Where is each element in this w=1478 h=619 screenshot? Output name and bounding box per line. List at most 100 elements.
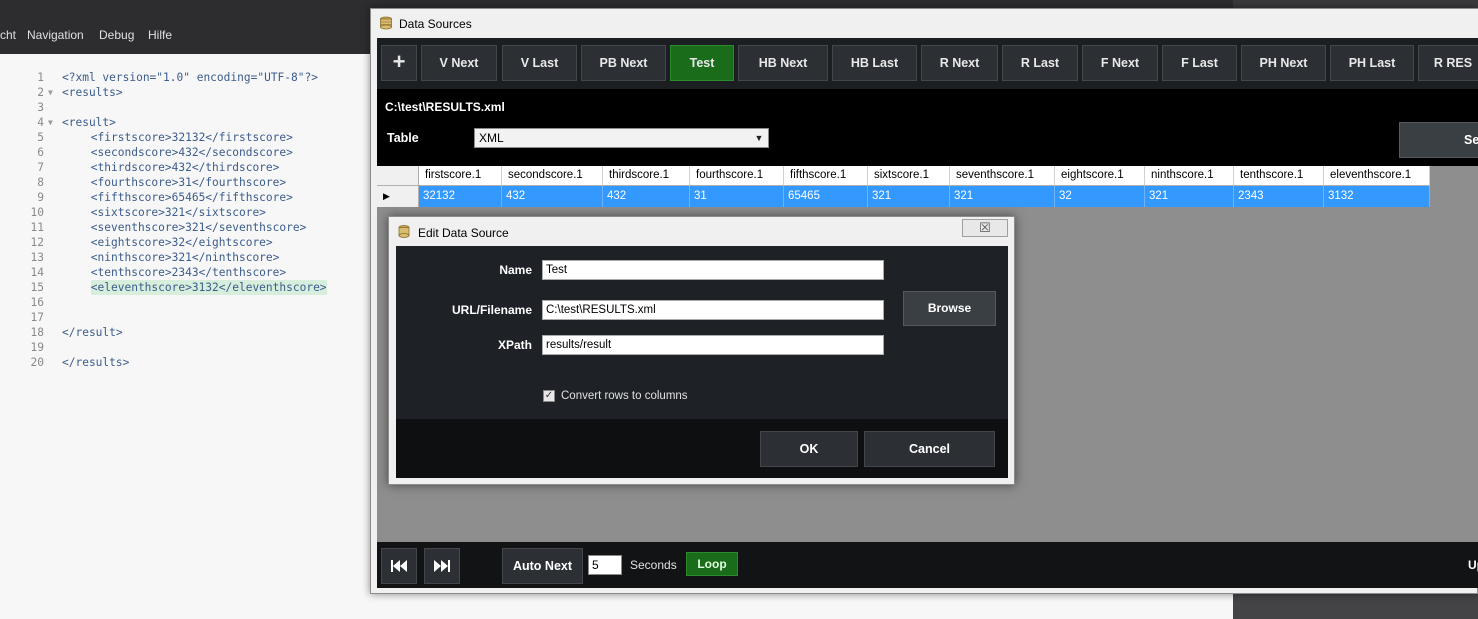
line-number: 2 (37, 86, 44, 99)
column-header[interactable]: eleventhscore.1 (1324, 166, 1430, 186)
toolbar-button-r-next[interactable]: R Next (921, 45, 998, 81)
first-button[interactable] (381, 548, 417, 584)
database-icon (380, 16, 392, 30)
code-line[interactable]: 11 <seventhscore>321</seventhscore> (0, 220, 360, 235)
line-number: 1 (37, 71, 44, 84)
code-line[interactable]: 10 <sixtscore>321</sixtscore> (0, 205, 360, 220)
toolbar-button-f-last[interactable]: F Last (1162, 45, 1237, 81)
up-button[interactable]: Up (1468, 558, 1478, 572)
table-cell[interactable]: 321 (1145, 186, 1234, 207)
toolbar-button-r-last[interactable]: R Last (1002, 45, 1078, 81)
table-cell[interactable]: 32132 (419, 186, 502, 207)
last-button[interactable] (424, 548, 460, 584)
toolbar-button-pb-next[interactable]: PB Next (581, 45, 666, 81)
dialog-titlebar[interactable]: Edit Data Source ☒ (389, 217, 1014, 245)
toolbar-button-hb-next[interactable]: HB Next (738, 45, 828, 81)
column-header[interactable]: eightscore.1 (1055, 166, 1145, 186)
menu-item-navigation[interactable]: Navigation (27, 28, 84, 42)
toolbar-button-v-next[interactable]: V Next (421, 45, 497, 81)
code-line[interactable]: 5 <firstscore>32132</firstscore> (0, 130, 360, 145)
add-button[interactable]: + (381, 45, 417, 81)
table-cell[interactable]: 432 (603, 186, 690, 207)
chevron-down-icon[interactable]: ▼ (753, 129, 765, 147)
table-select[interactable]: XML ▼ (474, 128, 769, 148)
background-window-lower (1233, 590, 1478, 619)
loop-button[interactable]: Loop (686, 552, 738, 576)
line-number: 16 (30, 296, 44, 309)
code-line[interactable]: 13 <ninthscore>321</ninthscore> (0, 250, 360, 265)
column-header[interactable]: fourthscore.1 (690, 166, 784, 186)
cancel-button[interactable]: Cancel (864, 431, 995, 467)
playback-bar: Auto Next 5 Seconds Loop Up (377, 542, 1478, 588)
code-line[interactable]: 6 <secondscore>432</secondscore> (0, 145, 360, 160)
code-line[interactable]: 9 <fifthscore>65465</fifthscore> (0, 190, 360, 205)
table-select-value: XML (479, 131, 504, 145)
ok-button[interactable]: OK (760, 431, 858, 467)
url-label: URL/Filename (451, 303, 532, 317)
code-text: <eleventhscore>3132</eleventhscore> (90, 280, 327, 295)
column-header[interactable]: tenthscore.1 (1234, 166, 1324, 186)
code-line[interactable]: 17 (0, 310, 360, 325)
toolbar-button-r-res[interactable]: R RES (1418, 45, 1478, 81)
toolbar-button-v-last[interactable]: V Last (502, 45, 577, 81)
code-text: <?xml version="1.0" encoding="UTF-8"?> (62, 71, 318, 84)
grid-row-header[interactable]: ▶ (377, 186, 419, 207)
line-number: 5 (37, 131, 44, 144)
table-cell[interactable]: 321 (950, 186, 1055, 207)
seconds-input[interactable]: 5 (588, 555, 622, 575)
code-line[interactable]: 1 <?xml version="1.0" encoding="UTF-8"?> (0, 70, 360, 85)
code-line[interactable]: 15 <eleventhscore>3132</eleventhscore> (0, 280, 360, 295)
side-button[interactable]: Se (1399, 122, 1478, 158)
code-line[interactable]: 12 <eightscore>32</eightscore> (0, 235, 360, 250)
menu-item-ansicht[interactable]: cht (0, 28, 16, 42)
code-line[interactable]: 8 <fourthscore>31</fourthscore> (0, 175, 360, 190)
fold-toggle-icon[interactable]: ▼ (48, 115, 56, 130)
toolbar-button-ph-last[interactable]: PH Last (1330, 45, 1414, 81)
close-button[interactable]: ☒ (962, 219, 1008, 237)
code-line[interactable]: 2 ▼ <results> (0, 85, 360, 100)
database-icon (398, 225, 410, 238)
column-header[interactable]: fifthscore.1 (784, 166, 868, 186)
auto-next-button[interactable]: Auto Next (502, 548, 583, 584)
table-cell[interactable]: 3132 (1324, 186, 1430, 207)
menu-item-hilfe[interactable]: Hilfe (148, 28, 172, 42)
code-line[interactable]: 14 <tenthscore>2343</tenthscore> (0, 265, 360, 280)
toolbar-button-ph-next[interactable]: PH Next (1241, 45, 1326, 81)
url-field[interactable]: C:\test\RESULTS.xml (542, 300, 884, 320)
toolbar-button-hb-last[interactable]: HB Last (832, 45, 917, 81)
name-field[interactable]: Test (542, 260, 884, 280)
toolbar-button-f-next[interactable]: F Next (1082, 45, 1158, 81)
line-number: 9 (37, 191, 44, 204)
column-header[interactable]: thirdscore.1 (603, 166, 690, 186)
code-line[interactable]: 20 </results> (0, 355, 360, 370)
fold-toggle-icon[interactable]: ▼ (48, 85, 56, 100)
code-text: <ninthscore>321</ninthscore> (90, 251, 280, 264)
column-header[interactable]: secondscore.1 (502, 166, 603, 186)
column-header[interactable]: seventhscore.1 (950, 166, 1055, 186)
browse-button[interactable]: Browse (903, 291, 996, 326)
code-line[interactable]: 4 ▼ <result> (0, 115, 360, 130)
column-header[interactable]: ninthscore.1 (1145, 166, 1234, 186)
menu-item-debug[interactable]: Debug (99, 28, 134, 42)
convert-rows-label[interactable]: Convert rows to columns (561, 390, 688, 402)
line-number: 15 (30, 281, 44, 294)
code-line[interactable]: 16 (0, 295, 360, 310)
code-line[interactable]: 18 </result> (0, 325, 360, 340)
toolbar-button-test[interactable]: Test (670, 45, 734, 81)
window-titlebar[interactable]: Data Sources (371, 9, 1478, 38)
code-line[interactable]: 3 (0, 100, 360, 115)
convert-rows-checkbox[interactable]: ✓ (543, 390, 555, 402)
table-cell[interactable]: 432 (502, 186, 603, 207)
code-line[interactable]: 7 <thirdscore>432</thirdscore> (0, 160, 360, 175)
xpath-field[interactable]: results/result (542, 335, 884, 355)
table-cell[interactable]: 321 (868, 186, 950, 207)
table-cell[interactable]: 31 (690, 186, 784, 207)
line-number: 19 (30, 341, 44, 354)
table-cell[interactable]: 2343 (1234, 186, 1324, 207)
table-cell[interactable]: 65465 (784, 186, 868, 207)
code-line[interactable]: 19 (0, 340, 360, 355)
table-cell[interactable]: 32 (1055, 186, 1145, 207)
column-header[interactable]: firstscore.1 (419, 166, 502, 186)
column-header[interactable]: sixtscore.1 (868, 166, 950, 186)
name-label: Name (499, 263, 532, 277)
